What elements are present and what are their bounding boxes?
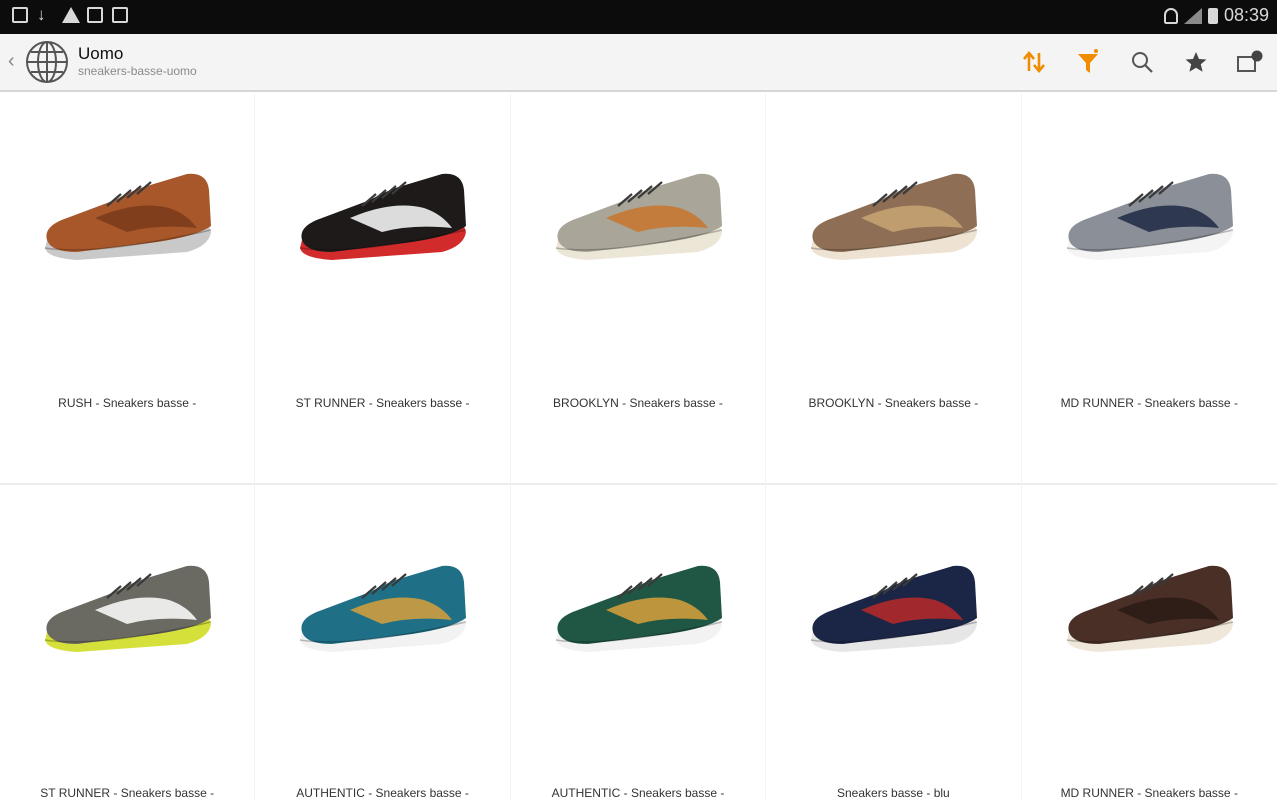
shoe-image [811, 173, 978, 260]
action-icons [1007, 34, 1277, 90]
shoe-image [300, 173, 467, 260]
shoe-image [1066, 565, 1233, 652]
product-title: MD RUNNER - Sneakers basse - [1060, 396, 1238, 410]
shoe-image [811, 565, 978, 652]
product-card[interactable]: ST RUNNER - Sneakers basse - [0, 486, 256, 801]
product-title: RUSH - Sneakers basse - [58, 396, 197, 410]
page-subtitle: sneakers-basse-uomo [78, 64, 197, 78]
battery-icon [1207, 7, 1218, 24]
page-title-block[interactable]: Uomo sneakers-basse-uomo [78, 44, 197, 79]
favorites-star-icon [1185, 52, 1207, 72]
product-title: BROOKLYN - Sneakers basse - [553, 396, 723, 410]
back-chevron-icon[interactable]: ‹ [8, 50, 15, 73]
product-row: ST RUNNER - Sneakers basse - AUTHENTIC -… [0, 486, 1277, 801]
product-title: MD RUNNER - Sneakers basse - [1060, 786, 1238, 800]
search-icon [1132, 52, 1153, 73]
search-button[interactable] [1115, 34, 1169, 90]
shoe-image [44, 565, 212, 652]
shoe-image [300, 565, 467, 652]
download-icon: ↓ [37, 5, 46, 24]
cart-icon [1237, 50, 1263, 72]
favorites-button[interactable] [1169, 34, 1223, 90]
status-system: 08:39 [1163, 5, 1269, 26]
product-card[interactable]: MD RUNNER - Sneakers basse - [1022, 94, 1277, 484]
filter-icon [1078, 49, 1098, 73]
sort-button[interactable] [1007, 34, 1061, 90]
product-row: RUSH - Sneakers basse - ST RUNNER - Snea… [0, 94, 1277, 484]
page-title: Uomo [78, 44, 124, 63]
wifi-icon [1163, 7, 1178, 24]
bag-icon [112, 7, 128, 23]
action-bar: ‹ Uomo sneakers-basse-uomo [0, 34, 1277, 92]
product-title: ST RUNNER - Sneakers basse - [40, 786, 215, 800]
product-card[interactable]: ST RUNNER - Sneakers basse - [255, 94, 511, 484]
product-card[interactable]: BROOKLYN - Sneakers basse - [766, 94, 1022, 484]
globe-icon[interactable] [24, 39, 70, 85]
product-card[interactable]: AUTHENTIC - Sneakers basse - [255, 486, 511, 801]
product-title: BROOKLYN - Sneakers basse - [808, 396, 979, 410]
row-divider [0, 483, 1277, 485]
shoe-image [1066, 173, 1233, 260]
warning-icon [62, 7, 80, 23]
product-title: Sneakers basse - blu [837, 786, 950, 800]
signal-icon [1183, 7, 1202, 24]
product-card[interactable]: MD RUNNER - Sneakers basse - [1022, 486, 1277, 801]
product-card[interactable]: RUSH - Sneakers basse - [0, 94, 256, 484]
product-title: ST RUNNER - Sneakers basse - [295, 396, 470, 410]
cart-button[interactable] [1223, 34, 1277, 90]
filter-button[interactable] [1061, 34, 1115, 90]
product-card[interactable]: BROOKLYN - Sneakers basse - [511, 94, 767, 484]
shoe-image [555, 565, 722, 652]
clipboard-icon [87, 7, 103, 23]
product-card[interactable]: AUTHENTIC - Sneakers basse - [511, 486, 767, 801]
product-card[interactable]: Sneakers basse - blu [766, 486, 1022, 801]
sort-icon [1023, 50, 1045, 74]
product-title: AUTHENTIC - Sneakers basse - [551, 786, 725, 800]
product-title: AUTHENTIC - Sneakers basse - [296, 786, 469, 800]
shoe-image [44, 173, 212, 260]
status-time: 08:39 [1223, 5, 1269, 25]
status-bar: ↓ 08:39 [0, 0, 1277, 34]
status-notifications: ↓ [12, 5, 128, 24]
gallery-icon [12, 7, 28, 23]
shoe-image [555, 173, 722, 260]
